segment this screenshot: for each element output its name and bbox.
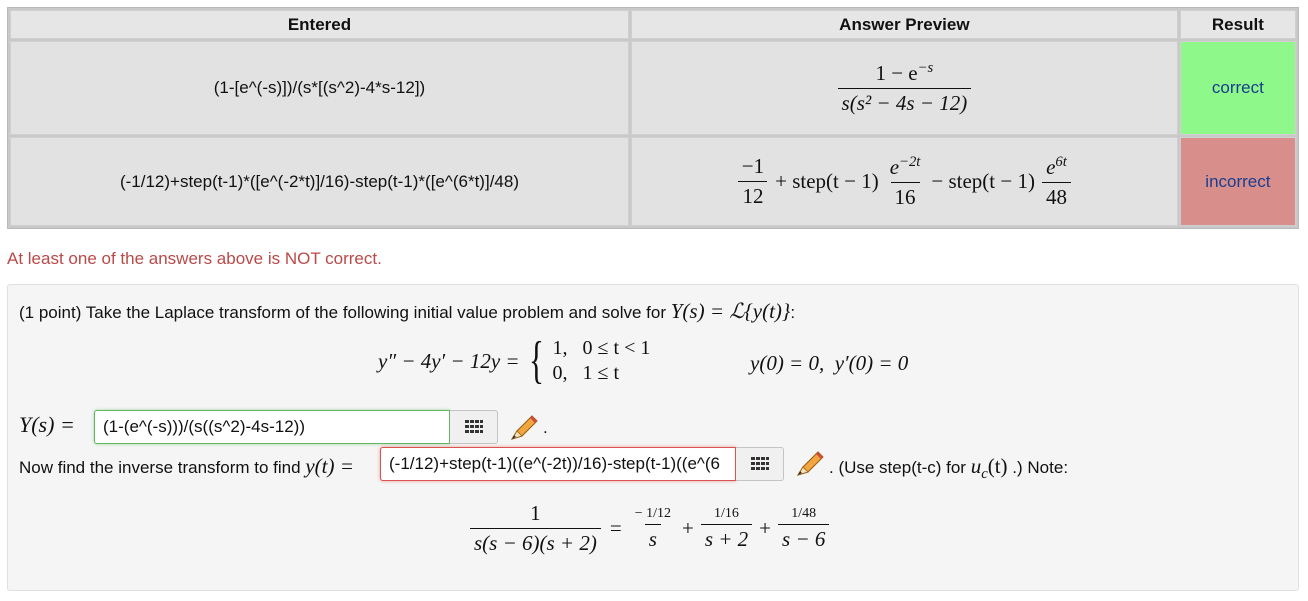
preview-expression: −1 12 + step(t − 1) e−2t 16 − step(t − 1… [735, 154, 1074, 210]
problem-panel: (1 point) Take the Laplace transform of … [7, 284, 1299, 591]
table-row: (1-[e^(-s)])/(s*[(s^2)-4*s-12]) 1 − e−s … [10, 41, 1296, 135]
preview-term-c-den: 48 [1041, 181, 1071, 210]
entered-cell: (-1/12)+step(t-1)*([e^(-2*t)]/16)-step(t… [10, 137, 629, 226]
grid-icon [464, 420, 483, 433]
preview-term-c-exp: 6t [1055, 153, 1067, 170]
pf-plus: + [681, 516, 694, 540]
preview-term-b-den: 16 [890, 181, 920, 210]
preview-term-b-num: e [889, 154, 900, 179]
preview-cell: 1 − e−s s(s² − 4s − 12) [630, 41, 1178, 135]
ys-answer-value: (1-(e^(-s)))/(s((s^2)-4s-12)) [103, 417, 305, 436]
ys-equation-editor-button[interactable] [450, 410, 498, 444]
results-table: Entered Answer Preview Result (1-[e^(-s)… [7, 7, 1299, 229]
header-answer-preview: Answer Preview [630, 10, 1178, 39]
preview-term-a-num: −1 [741, 154, 765, 178]
ode-lhs: y″ − 4y′ − 12y = [378, 348, 520, 373]
preview-term-c-num: e [1046, 154, 1056, 179]
step-note-text-a: . (Use step(t-c) for [829, 458, 966, 477]
inverse-prompt: Now find the inverse transform to find y… [19, 454, 354, 479]
header-result: Result [1179, 10, 1296, 39]
result-incorrect-badge: incorrect [1179, 137, 1296, 226]
case-2: 0, 1 ≤ t [552, 362, 620, 384]
piecewise-brace: { [528, 332, 544, 389]
problem-intro-end: : [790, 303, 796, 322]
ode-equation: y″ − 4y′ − 12y = { 1, 0 ≤ t < 1 0, 1 ≤ t [378, 335, 650, 387]
grid-icon [750, 457, 769, 470]
uc-symbol: u [970, 454, 982, 478]
preview-numerator: 1 − e [875, 61, 918, 85]
inverse-prompt-text: Now find the inverse transform to find [19, 458, 301, 477]
pf-term2-den: s + 2 [700, 523, 753, 552]
pf-term1-den: s [644, 523, 661, 552]
entered-cell: (1-[e^(-s)])/(s*[(s^2)-4*s-12]) [10, 41, 629, 135]
pf-plus: + [759, 516, 772, 540]
preview-step-2: − step(t − 1) [931, 169, 1035, 193]
incorrect-warning-message: At least one of the answers above is NOT… [7, 249, 382, 268]
pf-term2-num: 1/16 [714, 505, 739, 521]
step-note: . (Use step(t-c) for uc(t) .) Note: [829, 454, 1068, 483]
preview-term-b-exp: −2t [899, 153, 921, 170]
case-1: 1, 0 ≤ t < 1 [552, 337, 651, 359]
piecewise-cases: 1, 0 ≤ t < 1 0, 1 ≤ t [553, 336, 651, 386]
preview-expression: 1 − e−s s(s² − 4s − 12) [835, 60, 975, 116]
uc-argument: (t) [987, 454, 1008, 478]
table-header-row: Entered Answer Preview Result [10, 10, 1296, 39]
yt-answer-input[interactable]: (-1/12)+step(t-1)((e^(-2t))/16)-step(t-1… [380, 447, 736, 481]
ys-answer-input[interactable]: (1-(e^(-s)))/(s((s^2)-4s-12)) [94, 410, 450, 444]
pf-term3-den: s − 6 [778, 523, 830, 552]
pencil-icon[interactable] [794, 449, 826, 479]
result-correct-badge: correct [1179, 41, 1296, 135]
initial-conditions: y(0) = 0, y′(0) = 0 [750, 351, 909, 375]
ys-label: Y(s) = [19, 412, 75, 437]
yt-answer-value: (-1/12)+step(t-1)((e^(-2t))/16)-step(t-1… [389, 454, 720, 473]
pf-lhs-num: 1 [530, 501, 541, 525]
pf-term3-num: 1/48 [791, 505, 817, 521]
yt-equation-editor-button[interactable] [736, 447, 784, 481]
preview-step-1: + step(t − 1) [775, 169, 879, 193]
preview-denominator: s(s² − 4s − 12) [837, 88, 972, 116]
problem-intro-math: Y(s) = ℒ{y(t)} [670, 299, 791, 323]
pf-lhs-den: s(s − 6)(s + 2) [470, 528, 601, 556]
step-note-text-b: .) Note: [1012, 458, 1069, 477]
pf-term1-num: − 1/12 [634, 505, 671, 521]
table-row: (-1/12)+step(t-1)*([e^(-2*t)]/16)-step(t… [10, 137, 1296, 226]
pencil-icon[interactable] [508, 413, 540, 443]
problem-intro-line: (1 point) Take the Laplace transform of … [19, 299, 795, 324]
preview-numerator-exponent: −s [917, 60, 934, 76]
partial-fraction-identity: 1 s(s − 6)(s + 2) = − 1/12 s + 1/16 s + … [467, 501, 832, 556]
yt-label: y(t) = [305, 454, 354, 478]
pf-equals: = [609, 516, 622, 540]
ys-after-dot: . [543, 418, 548, 437]
preview-cell: −1 12 + step(t − 1) e−2t 16 − step(t − 1… [630, 137, 1178, 226]
header-entered: Entered [10, 10, 629, 39]
preview-term-a-den: 12 [738, 181, 768, 209]
problem-intro-text: (1 point) Take the Laplace transform of … [19, 303, 666, 322]
